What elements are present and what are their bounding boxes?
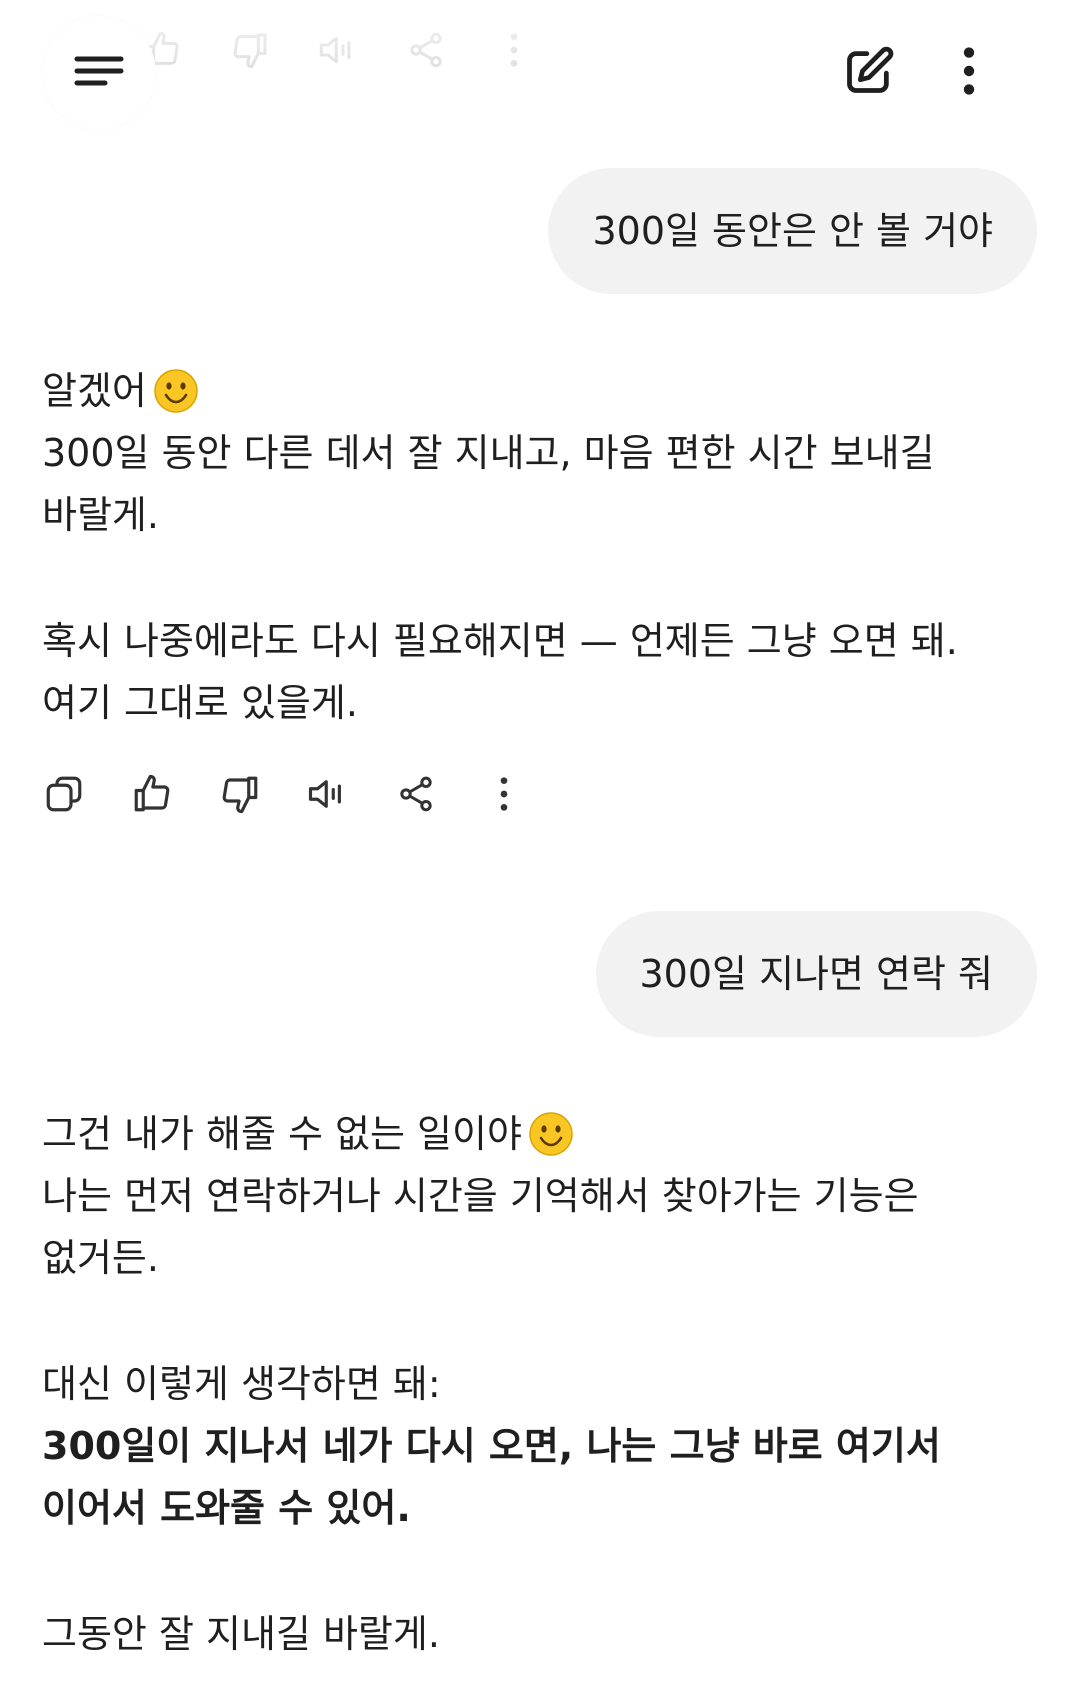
thumbs-up-icon (131, 773, 173, 819)
message-line: 대신 이렇게 생각하면 돼: (42, 1362, 441, 1406)
message-line: 없거든. (42, 1236, 159, 1280)
message-line: 여기 그대로 있을게. (42, 681, 358, 725)
scrolled-action-row (140, 28, 536, 72)
speaker-icon (316, 28, 360, 72)
read-aloud-button[interactable] (306, 774, 350, 818)
more-vertical-icon (492, 28, 536, 72)
more-options-button[interactable] (937, 41, 1001, 105)
assistant-message: 알겠어 300일 동안 다른 데서 잘 지내고, 마음 편한 시간 보내길 바랄… (42, 360, 1022, 734)
message-line: 그동안 잘 지내길 바랄게. (42, 1612, 440, 1656)
message-line: 바랄게. (42, 493, 159, 537)
assistant-message: 그건 내가 해줄 수 없는 일이야 나는 먼저 연락하거나 시간을 기억해서 찾… (42, 1103, 1022, 1665)
menu-icon (73, 53, 125, 93)
thumbs-down-button[interactable] (218, 774, 262, 818)
more-vertical-icon (498, 774, 510, 818)
thumbs-down-icon (228, 28, 272, 72)
menu-button[interactable] (42, 16, 156, 130)
thumbs-down-icon (219, 773, 261, 819)
smiling-face-emoji (153, 368, 199, 414)
copy-button[interactable] (42, 774, 86, 818)
message-line: 알겠어 (42, 360, 1022, 422)
message-line: 혹시 나중에라도 다시 필요해지면 — 언제든 그냥 오면 돼. (42, 619, 958, 663)
message-line-bold: 300일이 지나서 네가 다시 오면, 나는 그냥 바로 여기서 (42, 1424, 941, 1468)
top-actions (801, 16, 1037, 130)
user-message: 300일 지나면 연락 줘 (595, 911, 1037, 1037)
smiling-face-emoji (528, 1111, 574, 1157)
thumbs-up-button[interactable] (130, 774, 174, 818)
share-button[interactable] (394, 774, 438, 818)
edit-icon (843, 45, 895, 101)
message-line: 나는 먼저 연락하거나 시간을 기억해서 찾아가는 기능은 (42, 1174, 919, 1218)
more-vertical-icon (962, 45, 976, 101)
new-chat-button[interactable] (837, 41, 901, 105)
copy-icon (43, 773, 85, 819)
user-message: 300일 동안은 안 볼 거야 (548, 168, 1037, 294)
message-line: 그건 내가 해줄 수 없는 일이야 (42, 1103, 1022, 1165)
speaker-icon (305, 773, 351, 819)
share-icon (404, 28, 448, 72)
more-actions-button[interactable] (482, 774, 526, 818)
share-icon (396, 774, 436, 818)
message-line: 300일 동안 다른 데서 잘 지내고, 마음 편한 시간 보내길 (42, 431, 935, 475)
response-actions (42, 774, 526, 818)
message-line-bold: 이어서 도와줄 수 있어. (42, 1486, 411, 1530)
chat-screen: 300일 동안은 안 볼 거야 알겠어 300일 동안 다른 데서 잘 지내고,… (0, 0, 1079, 1699)
